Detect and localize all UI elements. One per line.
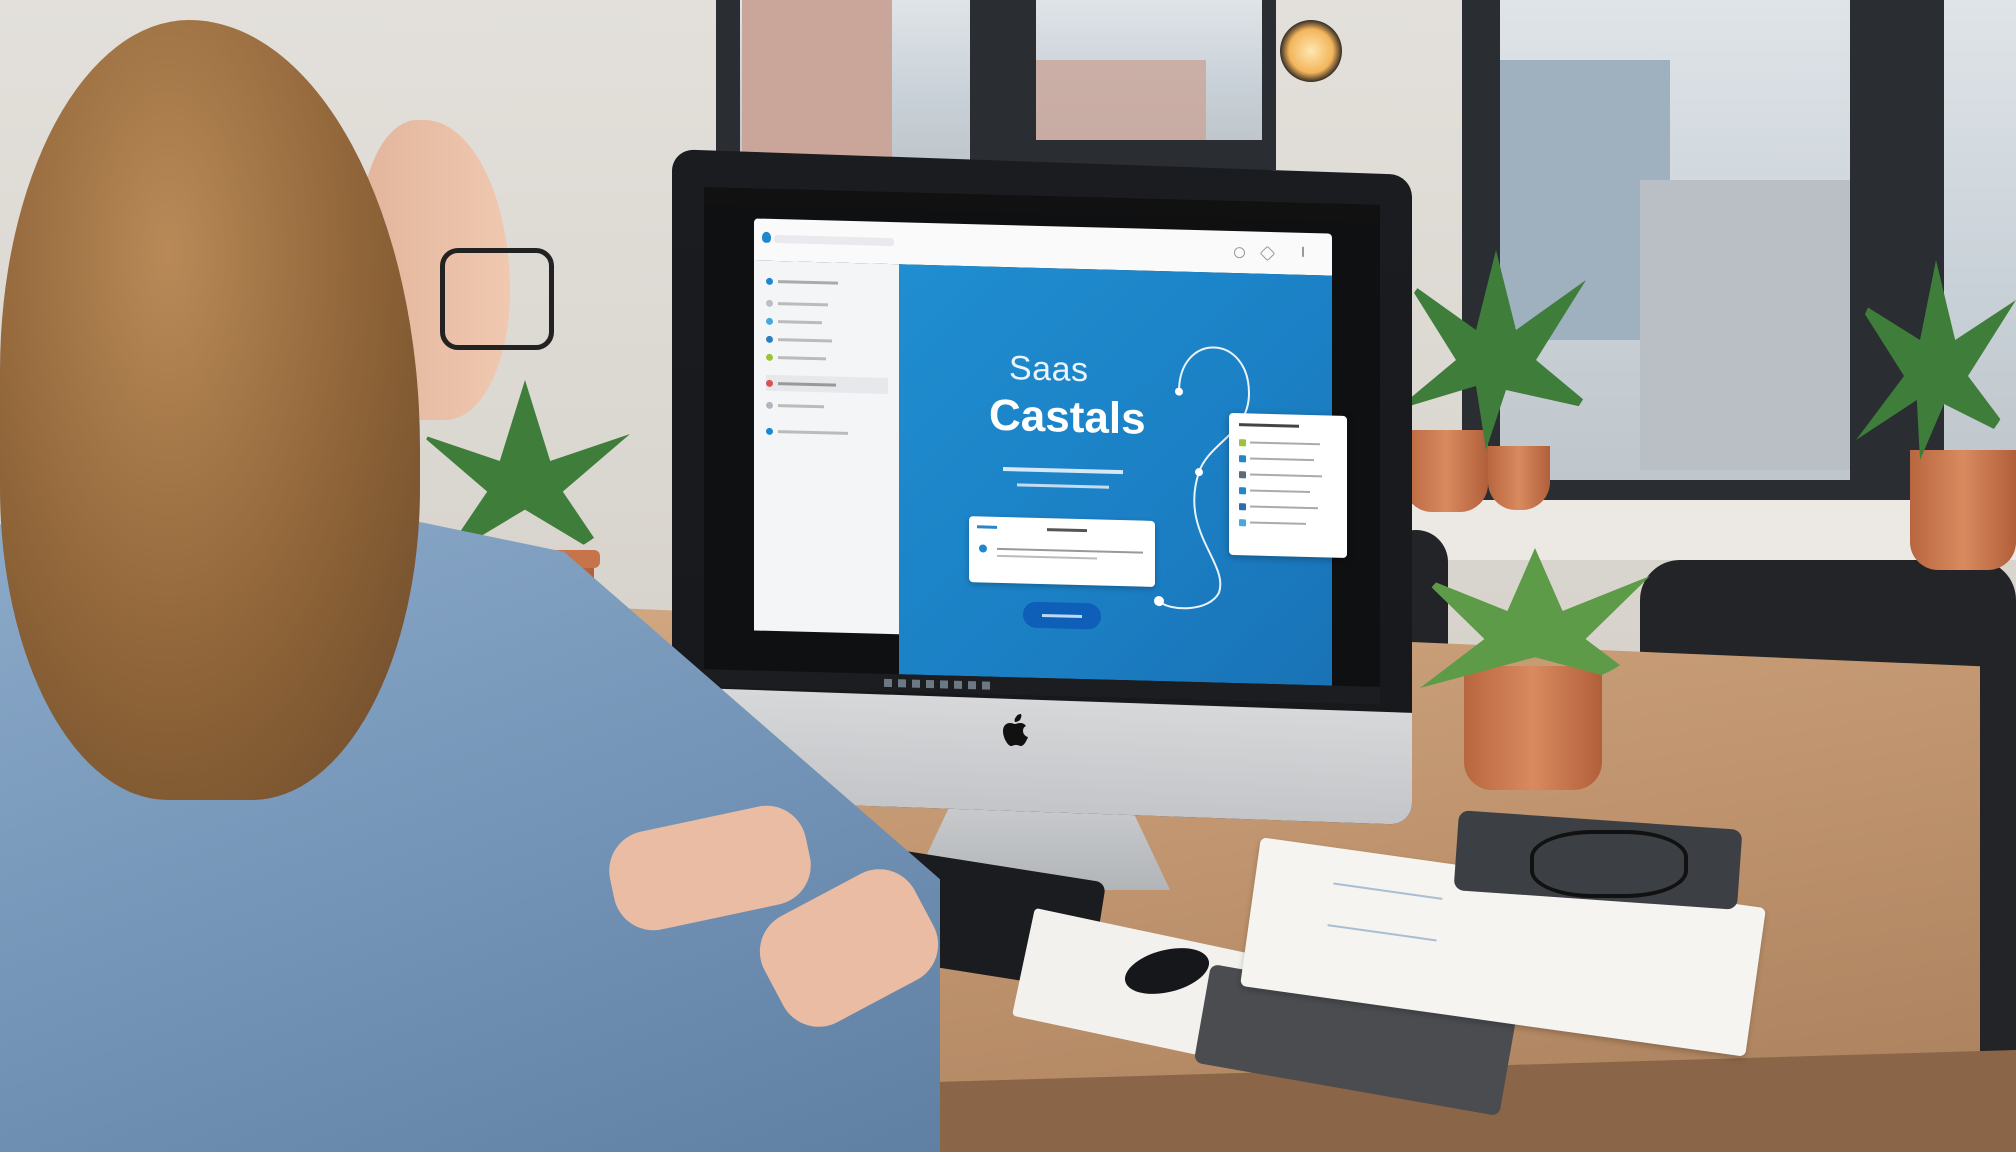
address-bar[interactable]	[774, 234, 894, 247]
hero-title: Castals	[989, 390, 1146, 444]
panel-row[interactable]	[1239, 469, 1335, 482]
sidebar-item[interactable]	[766, 397, 888, 416]
hero-info-card[interactable]	[969, 516, 1155, 587]
sidebar-item-icon	[766, 277, 773, 285]
panel-row-icon	[1239, 518, 1246, 526]
panel-row-icon	[1239, 438, 1246, 446]
app-logo-icon	[762, 231, 771, 243]
panel-row[interactable]	[1239, 517, 1335, 530]
panel-row[interactable]	[1239, 437, 1335, 450]
cta-button[interactable]	[1023, 601, 1101, 630]
sidebar-item[interactable]	[766, 423, 888, 442]
more-menu-icon[interactable]	[1302, 246, 1304, 257]
panel-title	[1239, 423, 1299, 428]
plant-pot-desk	[1464, 666, 1602, 790]
apple-logo-icon	[1003, 714, 1028, 746]
building-brick-2	[1036, 60, 1206, 140]
plant-pot-sill-1	[1404, 430, 1488, 512]
settings-icon[interactable]	[1259, 245, 1276, 262]
panel-row-icon	[1239, 502, 1246, 510]
taskbar-icons	[884, 678, 994, 690]
card-text	[997, 554, 1097, 560]
sidebar-item-icon	[766, 401, 773, 409]
sidebar-item[interactable]	[766, 273, 888, 292]
sidebar-item[interactable]	[766, 313, 888, 332]
sidebar-item-icon	[766, 379, 773, 387]
imac-screen: Saas Castals	[704, 187, 1380, 705]
plant-pot-right	[1910, 450, 2016, 570]
sidebar-item-icon	[766, 427, 773, 435]
panel-row-icon	[1239, 486, 1246, 494]
person-eyeglasses	[440, 248, 554, 350]
hero-subtitle-secondary	[1017, 483, 1109, 489]
plant-pot-sill-2	[1488, 446, 1550, 510]
building-brick	[742, 0, 892, 160]
card-tag	[977, 525, 997, 529]
app-sidebar	[754, 260, 899, 635]
notification-icon[interactable]	[1234, 247, 1245, 259]
hero-banner: Saas Castals	[899, 264, 1347, 686]
panel-row[interactable]	[1239, 485, 1335, 498]
info-icon	[979, 544, 987, 553]
sidebar-item[interactable]	[766, 349, 888, 368]
sidebar-item-icon	[766, 335, 773, 343]
hero-kicker: Saas	[1009, 349, 1089, 390]
hero-subtitle	[1003, 466, 1123, 475]
features-panel[interactable]	[1229, 412, 1347, 558]
panel-row-icon	[1239, 470, 1246, 478]
panel-row-icon	[1239, 454, 1246, 462]
sidebar-item-icon	[766, 317, 773, 325]
sidebar-item-icon	[766, 299, 773, 307]
panel-row[interactable]	[1239, 453, 1335, 466]
building-block	[1640, 180, 1850, 470]
pendant-lamp	[1280, 20, 1342, 82]
sidebar-item[interactable]	[766, 331, 888, 350]
sidebar-item[interactable]	[766, 295, 888, 314]
panel-row[interactable]	[1239, 501, 1335, 514]
eyeglasses-on-desk	[1530, 830, 1688, 898]
sidebar-item-icon	[766, 353, 773, 361]
card-title	[1047, 528, 1087, 533]
sidebar-item-active[interactable]	[766, 374, 888, 394]
card-text	[997, 547, 1143, 554]
